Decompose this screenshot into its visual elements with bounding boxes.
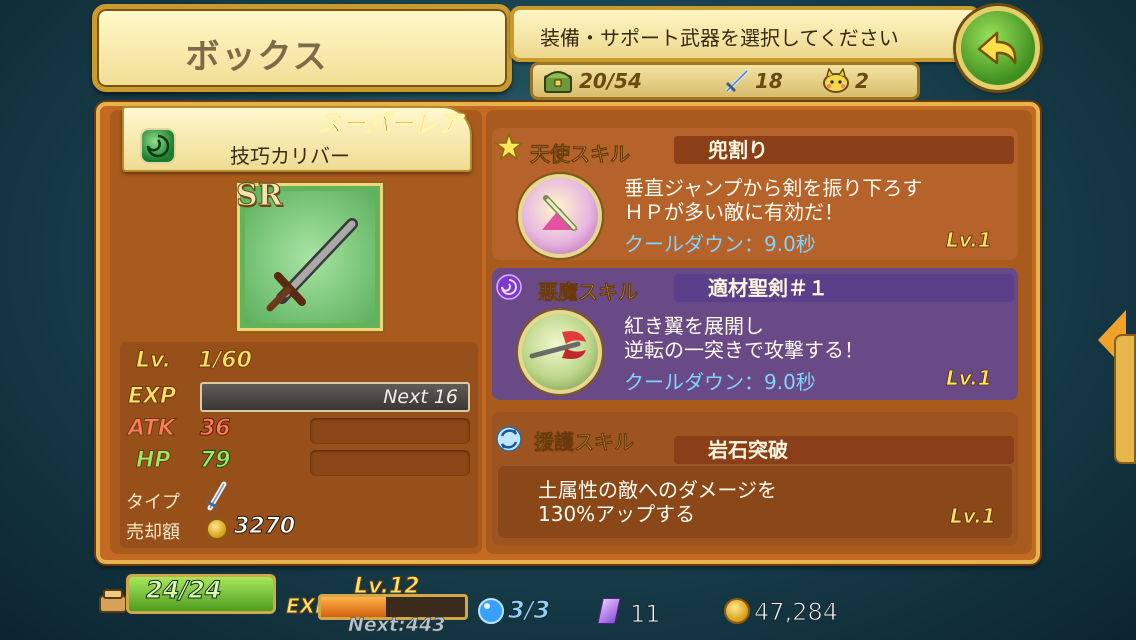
- support-count: 2: [855, 69, 869, 93]
- demon-skill-level: Lv.1: [946, 366, 992, 391]
- demon-skill-cooldown: クールダウン：9.0秒: [624, 370, 816, 394]
- angel-skill-image-icon: [518, 174, 602, 258]
- support-skill-icon: [496, 426, 522, 452]
- wind-element-icon: [140, 128, 176, 164]
- support-skill-desc-2: 130%アップする: [538, 502, 696, 526]
- rarity-badge: SR: [236, 178, 284, 214]
- atk-value: 36: [200, 416, 232, 442]
- sell-price-label: 売却額: [126, 522, 180, 543]
- rarity-label: スーパーレア: [318, 110, 463, 139]
- back-arrow-icon: [977, 31, 1017, 65]
- type-label: タイプ: [126, 492, 180, 513]
- crystal-count: 11: [630, 600, 662, 629]
- demon-skill-name: 適材聖剣＃１: [674, 274, 1014, 302]
- angel-skill-icon: [494, 132, 524, 161]
- sword-count-icon: [725, 69, 749, 93]
- atk-bonus-slot: [310, 418, 470, 444]
- support-skill-name: 岩石突破: [674, 436, 1014, 464]
- player-next-exp: Next:443: [348, 614, 446, 637]
- instruction-banner: 装備・サポート武器を選択してください: [510, 6, 980, 62]
- weapon-count: 18: [755, 69, 783, 93]
- support-character-icon: [823, 68, 849, 93]
- angel-skill-type: 天使スキル: [530, 142, 631, 167]
- angel-skill-cooldown: クールダウン：9.0秒: [624, 232, 816, 256]
- angel-skill-level: Lv.1: [946, 228, 992, 253]
- angel-skill-desc-1: 垂直ジャンプから剣を振り下ろす: [624, 176, 923, 200]
- weapon-name: 技巧カリバー: [230, 144, 350, 168]
- box-count: 20/54: [579, 69, 642, 93]
- gold-coin-icon: [724, 598, 750, 624]
- hp-label: HP: [136, 448, 172, 474]
- orb-icon: [478, 598, 504, 624]
- page-title: ボックス: [185, 37, 329, 77]
- title-banner: ボックス: [92, 4, 512, 92]
- angel-skill-desc-2: ＨＰが多い敵に有効だ！: [624, 200, 844, 224]
- angel-skill-name: 兜割り: [674, 136, 1014, 164]
- weapon-level: 1/60: [198, 348, 253, 374]
- coin-icon: [206, 518, 228, 540]
- back-button[interactable]: [956, 6, 1040, 90]
- demon-skill-desc-2: 逆転の一突きで攻撃する！: [624, 338, 864, 362]
- player-level: Lv.12: [354, 574, 421, 600]
- weapon-exp-bar: Next 16: [200, 382, 470, 412]
- exp-label: EXP: [127, 384, 177, 410]
- exp-next-text: Next 16: [383, 386, 458, 408]
- support-skill-type: 援護スキル: [534, 430, 635, 455]
- sword-icon: [266, 218, 358, 312]
- sell-price-value: 3270: [233, 514, 296, 540]
- instruction-text: 装備・サポート武器を選択してください: [540, 26, 899, 50]
- level-label: Lv.: [136, 348, 172, 374]
- demon-skill-type: 悪魔スキル: [538, 280, 639, 305]
- treasure-chest-icon: [544, 71, 572, 93]
- demon-skill-image-icon: [518, 310, 602, 394]
- hp-value: 79: [200, 448, 232, 474]
- sword-type-icon: [206, 481, 227, 511]
- stamina-value: 24/24: [146, 576, 223, 605]
- crystal-icon: [597, 598, 621, 624]
- support-skill-level: Lv.1: [950, 504, 996, 529]
- coin-count: 47,284: [754, 598, 839, 627]
- atk-label: ATK: [128, 416, 176, 442]
- orb-count: 3/3: [507, 596, 551, 625]
- demon-skill-icon: [496, 274, 522, 300]
- support-skill-desc-1: 土属性の敵へのダメージを: [538, 478, 777, 502]
- demon-skill-desc-1: 紅き翼を展開し: [624, 314, 764, 338]
- hp-bonus-slot: [310, 450, 470, 476]
- side-tab[interactable]: [1114, 334, 1136, 464]
- inventory-stats-bar: 20/54 18 2: [530, 62, 920, 100]
